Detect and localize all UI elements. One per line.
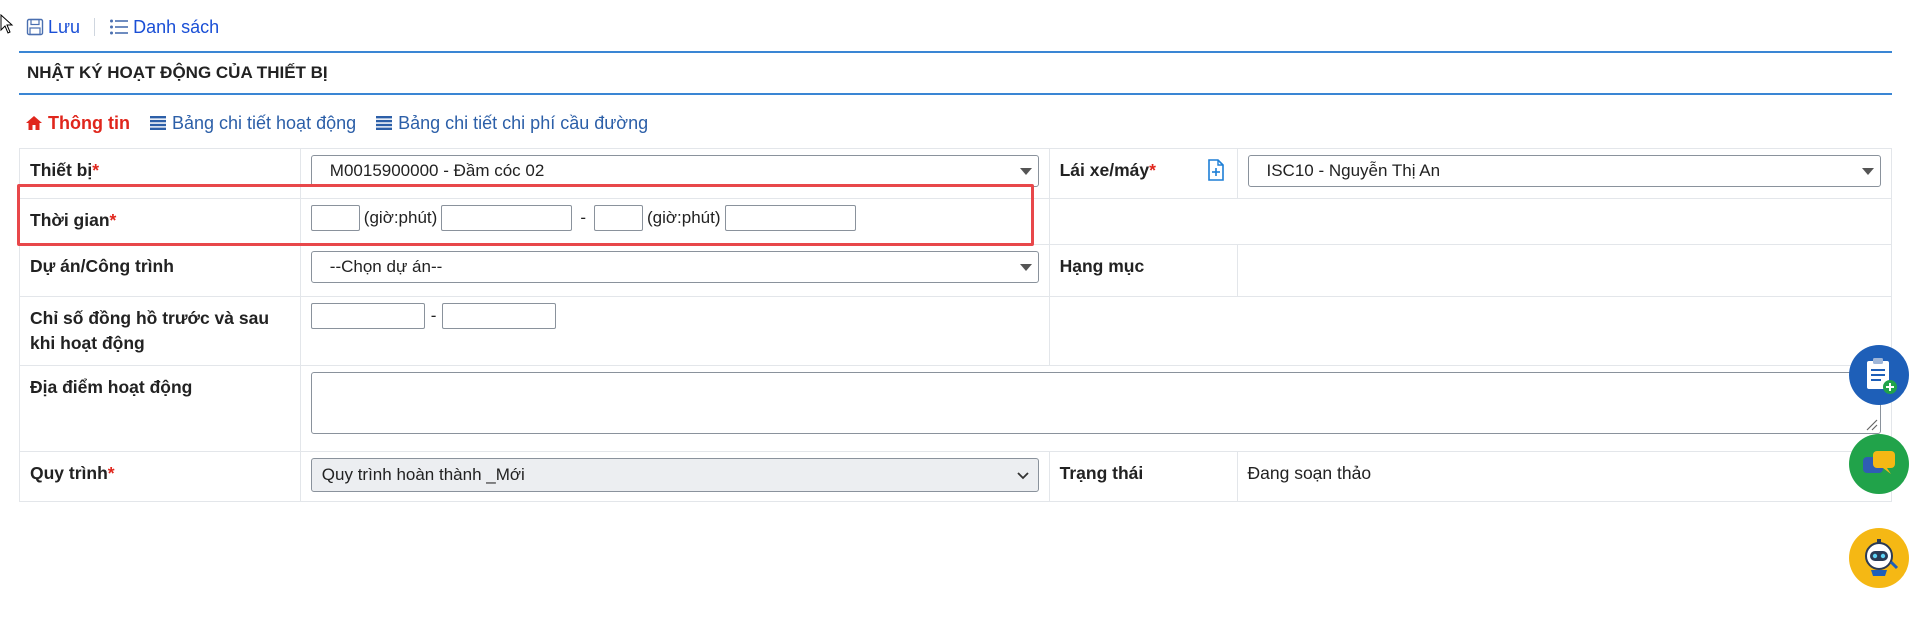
- project-select-value: --Chọn dự án--: [329, 257, 443, 276]
- meter-range: -: [310, 303, 1039, 329]
- start-time-input[interactable]: [310, 205, 360, 231]
- mouse-cursor-icon: [0, 14, 14, 34]
- device-value-cell: M0015900000 - Đầm cóc 02: [299, 148, 1050, 199]
- tab-activity-detail-label: Bảng chi tiết hoạt động: [171, 112, 357, 133]
- required-mark: *: [1149, 160, 1156, 180]
- driver-label-cell: Lái xe/máy*: [1048, 148, 1238, 199]
- time-unit-label: (giờ:phút): [646, 208, 721, 227]
- time-separator: -: [580, 208, 586, 227]
- workflow-label: Quy trình: [30, 463, 108, 483]
- dropdown-caret-icon: [1019, 264, 1032, 271]
- robot-assistant-icon: [1865, 539, 1899, 576]
- resize-grip-icon[interactable]: [1864, 417, 1878, 431]
- driver-label: Lái xe/máy: [1059, 160, 1150, 180]
- chat-icon: [1863, 451, 1895, 474]
- workflow-select[interactable]: Quy trình hoàn thành _Mới: [310, 458, 1039, 492]
- device-select[interactable]: M0015900000 - Đầm cóc 02: [310, 155, 1039, 187]
- save-label: Lưu: [48, 16, 81, 37]
- form-row-location: Địa điểm hoạt động: [19, 365, 1893, 452]
- form-row-workflow: Quy trình* Quy trình hoàn thành _Mới Trạ…: [19, 451, 1892, 502]
- meter-label-cell: Chỉ số đồng hồ trước và sau khi hoạt độn…: [19, 296, 301, 366]
- list-label: Danh sách: [133, 16, 220, 37]
- floating-assistant-button[interactable]: [1849, 528, 1909, 588]
- device-label-cell: Thiết bị*: [19, 148, 301, 199]
- status-value-cell: Đang soạn thảo: [1236, 451, 1892, 502]
- save-button[interactable]: Lưu: [26, 17, 80, 38]
- workflow-value-cell: Quy trình hoàn thành _Mới: [299, 451, 1050, 502]
- add-file-icon[interactable]: [1207, 159, 1225, 181]
- floating-chat-button[interactable]: [1849, 434, 1909, 494]
- location-value-cell: [299, 365, 1893, 452]
- status-value: Đang soạn thảo: [1247, 463, 1372, 483]
- status-label: Trạng thái: [1059, 463, 1144, 483]
- toolbar: Lưu Danh sách: [26, 12, 219, 42]
- location-textarea[interactable]: [310, 372, 1881, 434]
- list-button[interactable]: Danh sách: [109, 17, 219, 38]
- tab-activity-detail[interactable]: Bảng chi tiết hoạt động: [149, 112, 357, 134]
- project-label: Dự án/Công trình: [30, 256, 174, 276]
- tab-bar: Thông tin Bảng chi tiết hoạt động Bảng c…: [26, 110, 668, 136]
- start-date-input[interactable]: [441, 205, 573, 231]
- meter-value-cell: -: [299, 296, 1050, 366]
- dropdown-caret-icon: [1862, 168, 1874, 175]
- device-select-value: M0015900000 - Đầm cóc 02: [329, 161, 545, 180]
- meter-label: Chỉ số đồng hồ trước và sau khi hoạt độn…: [30, 308, 270, 353]
- category-label-cell: Hạng mục: [1048, 244, 1238, 297]
- time-label-cell: Thời gian*: [19, 198, 301, 245]
- required-mark: *: [92, 160, 100, 180]
- tab-info-label: Thông tin: [48, 112, 130, 133]
- clipboard-add-icon: [1867, 358, 1897, 394]
- floating-note-button[interactable]: [1849, 345, 1909, 405]
- device-label: Thiết bị: [30, 160, 93, 180]
- status-label-cell: Trạng thái: [1048, 451, 1238, 502]
- required-mark: *: [109, 210, 117, 230]
- project-value-cell: --Chọn dự án--: [299, 244, 1050, 297]
- page-title-bar: NHẬT KÝ HOẠT ĐỘNG CỦA THIẾT BỊ: [19, 51, 1892, 95]
- save-icon: [26, 18, 44, 36]
- workflow-label-cell: Quy trình*: [19, 451, 301, 502]
- form-row-time: Thời gian* (giờ:phút) - (giờ:phút): [19, 198, 1893, 245]
- tab-toll-cost-detail[interactable]: Bảng chi tiết chi phí cầu đường: [376, 113, 648, 134]
- time-label: Thời gian: [30, 210, 110, 230]
- home-icon: [26, 116, 42, 130]
- category-value-cell: [1236, 244, 1892, 297]
- empty-cell: [1048, 198, 1893, 245]
- driver-value-cell: ISC10 - Nguyễn Thị An: [1236, 148, 1892, 199]
- end-time-input[interactable]: [593, 205, 643, 231]
- project-select[interactable]: --Chọn dự án--: [310, 251, 1039, 283]
- toolbar-divider: [94, 18, 96, 36]
- location-label: Địa điểm hoạt động: [30, 377, 193, 397]
- form-row-project: Dự án/Công trình --Chọn dự án-- Hạng mục: [19, 244, 1892, 297]
- table-list-icon: [376, 116, 393, 130]
- dropdown-caret-icon: [1019, 168, 1032, 175]
- driver-select-value: ISC10 - Nguyễn Thị An: [1266, 161, 1441, 180]
- location-label-cell: Địa điểm hoạt động: [19, 365, 301, 452]
- driver-select[interactable]: ISC10 - Nguyễn Thị An: [1247, 155, 1881, 187]
- time-value-cell: (giờ:phút) - (giờ:phút): [299, 198, 1050, 245]
- empty-cell: [1048, 296, 1893, 366]
- tab-toll-cost-detail-label: Bảng chi tiết chi phí cầu đường: [398, 112, 649, 133]
- chevron-down-icon: [1016, 472, 1029, 480]
- required-mark: *: [107, 463, 115, 483]
- project-label-cell: Dự án/Công trình: [19, 244, 301, 297]
- table-list-icon: [149, 116, 166, 130]
- meter-after-input[interactable]: [442, 303, 557, 329]
- category-label: Hạng mục: [1059, 256, 1145, 276]
- end-date-input[interactable]: [724, 205, 856, 231]
- meter-before-input[interactable]: [310, 303, 425, 329]
- tab-info[interactable]: Thông tin: [26, 113, 130, 134]
- workflow-select-value: Quy trình hoàn thành _Mới: [321, 465, 525, 484]
- meter-separator: -: [430, 306, 437, 325]
- form-row-device: Thiết bị* M0015900000 - Đầm cóc 02 Lái x…: [19, 148, 1892, 199]
- time-unit-label: (giờ:phút): [363, 208, 438, 227]
- page-title: NHẬT KÝ HOẠT ĐỘNG CỦA THIẾT BỊ: [27, 63, 328, 82]
- list-icon: [110, 19, 129, 35]
- time-range: (giờ:phút) - (giờ:phút): [310, 205, 1039, 231]
- activity-form: Thiết bị* M0015900000 - Đầm cóc 02 Lái x…: [19, 148, 1893, 502]
- form-row-meter: Chỉ số đồng hồ trước và sau khi hoạt độn…: [19, 296, 1893, 366]
